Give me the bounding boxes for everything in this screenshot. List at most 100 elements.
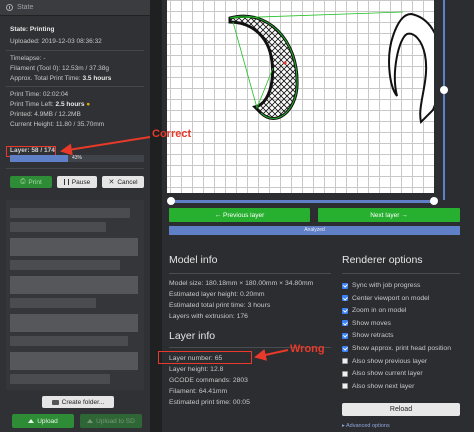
- renderer-option[interactable]: Show moves: [342, 320, 391, 327]
- renderer-options-title: Renderer options: [342, 254, 423, 266]
- checkbox-checked[interactable]: [342, 345, 348, 352]
- print-head-marker: [283, 61, 287, 65]
- list-item[interactable]: [10, 260, 120, 270]
- timelapse-line: Timelapse: -: [10, 55, 46, 62]
- previous-layer-button[interactable]: ← Previous layer: [169, 208, 310, 222]
- checkbox-checked[interactable]: [342, 320, 348, 327]
- checkbox-unchecked[interactable]: [342, 383, 348, 390]
- approx-total-line: Approx. Total Print Time: 3.5 hours: [10, 75, 112, 82]
- pause-icon: [63, 179, 69, 185]
- estimated-total-print-time: Estimated total print time: 3 hours: [169, 302, 271, 309]
- pane-divider: [150, 0, 162, 432]
- current-height-line: Current Height: 11.80 / 35.70mm: [10, 121, 105, 128]
- uploaded-line: Uploaded: 2019-12-03 08:36:32: [10, 38, 102, 45]
- filament-line: Filament (Tool 0): 12.53m / 37.38g: [10, 65, 109, 72]
- renderer-option-label: Show retracts: [352, 332, 394, 340]
- gcode-commands: GCODE commands: 2803: [169, 377, 248, 384]
- next-shape: [388, 12, 434, 124]
- list-item[interactable]: [10, 374, 110, 384]
- renderer-option-label: Center viewport on model: [352, 294, 430, 302]
- list-item[interactable]: [10, 314, 138, 332]
- layer-number: Layer number: 65: [169, 355, 223, 362]
- analysis-status-bar: Analyzed: [169, 226, 460, 235]
- info-icon: [6, 4, 13, 11]
- upload-to-sd-button[interactable]: Upload to SD: [80, 414, 142, 428]
- folder-icon: [51, 399, 59, 405]
- list-item[interactable]: [10, 352, 138, 370]
- checkbox-unchecked[interactable]: [342, 358, 348, 365]
- renderer-option[interactable]: Sync with job progress: [342, 282, 420, 289]
- checkbox-checked[interactable]: [342, 332, 348, 339]
- checkbox-checked[interactable]: [342, 307, 348, 314]
- divider: [6, 86, 144, 87]
- list-item[interactable]: [10, 238, 138, 256]
- renderer-option-label: Sync with job progress: [352, 282, 421, 289]
- close-icon: ✕: [108, 179, 115, 186]
- progress-bar: 43%: [10, 155, 144, 162]
- printed-shape: [228, 14, 299, 120]
- list-item[interactable]: [10, 208, 130, 218]
- state-panel-header[interactable]: State: [0, 0, 150, 16]
- renderer-option-label: Zoom in on model: [352, 307, 407, 315]
- state-line: State: Printing: [10, 26, 55, 33]
- renderer-option-label: Also show current layer: [352, 370, 423, 378]
- layer-info-title: Layer info: [169, 330, 216, 342]
- create-folder-button[interactable]: Create folder...: [42, 396, 114, 408]
- renderer-option[interactable]: Center viewport on model: [342, 295, 429, 302]
- checkbox-unchecked[interactable]: [342, 370, 348, 377]
- printed-line: Printed: 4.9MB / 12.2MB: [10, 111, 81, 118]
- print-time-line: Print Time: 02:02:04: [10, 91, 69, 98]
- divider: [6, 168, 144, 169]
- checkbox-checked[interactable]: [342, 282, 348, 289]
- slider-handle-start[interactable]: [167, 197, 175, 205]
- gcode-render: [228, 11, 434, 124]
- renderer-option[interactable]: Show retracts: [342, 332, 394, 339]
- progress-percent: 43%: [71, 155, 82, 161]
- sidebar: State State: Printing Uploaded: 2019-12-…: [0, 0, 150, 432]
- annotation-correct: Correct: [152, 128, 192, 140]
- next-layer-button[interactable]: Next layer →: [318, 208, 460, 222]
- slider-handle[interactable]: [440, 86, 448, 94]
- upload-icon: [28, 419, 35, 423]
- layer-height: Layer height: 12.8: [169, 366, 224, 373]
- state-title: State: [17, 4, 34, 11]
- arrow-wrong: [254, 349, 289, 361]
- renderer-option[interactable]: Zoom in on model: [342, 307, 406, 314]
- model-size: Model size: 180.18mm × 180.00mm × 34.80m…: [169, 280, 314, 287]
- print-icon: ⎙: [20, 178, 26, 185]
- layers-with-extrusion: Layers with extrusion: 176: [169, 313, 248, 320]
- print-button[interactable]: ⎙ Print: [10, 176, 52, 188]
- list-item[interactable]: [10, 222, 106, 232]
- list-item[interactable]: [10, 298, 96, 308]
- command-slider-horizontal[interactable]: [171, 200, 434, 203]
- renderer-option-label: Also show previous layer: [352, 357, 428, 365]
- renderer-option[interactable]: Also show next layer: [342, 383, 414, 390]
- upload-button[interactable]: Upload: [12, 414, 74, 428]
- annotation-wrong: Wrong: [290, 343, 325, 355]
- estimated-layer-height: Estimated layer height: 0.20mm: [169, 291, 265, 298]
- divider: [6, 50, 144, 51]
- list-item[interactable]: [10, 276, 138, 294]
- slider-track: [443, 0, 445, 200]
- renderer-option[interactable]: Show approx. print head position: [342, 345, 451, 352]
- renderer-option[interactable]: Also show current layer: [342, 370, 423, 377]
- estimated-layer-print-time: Estimated print time: 00:05: [169, 399, 250, 406]
- advanced-options-link[interactable]: ▸ Advanced options: [342, 423, 390, 429]
- filament-used: Filament: 64.41mm: [169, 388, 228, 395]
- cancel-button[interactable]: ✕ Cancel: [102, 176, 144, 188]
- divider: [342, 273, 460, 274]
- slider-handle-end[interactable]: [430, 197, 438, 205]
- divider: [169, 273, 331, 274]
- checkbox-checked[interactable]: [342, 295, 348, 302]
- layer-slider-vertical[interactable]: [440, 0, 448, 200]
- renderer-option[interactable]: Also show previous layer: [342, 358, 427, 365]
- pause-button[interactable]: Pause: [57, 176, 97, 188]
- gcode-viewer-canvas[interactable]: [167, 0, 434, 193]
- print-time-left-line: Print Time Left: 2.5 hours ●: [10, 101, 91, 108]
- file-list[interactable]: [6, 200, 144, 390]
- renderer-option-label: Also show next layer: [352, 382, 415, 390]
- reload-button[interactable]: Reload: [342, 403, 460, 416]
- model-info-title: Model info: [169, 254, 218, 266]
- list-item[interactable]: [10, 336, 128, 346]
- renderer-option-label: Show approx. print head position: [352, 345, 451, 352]
